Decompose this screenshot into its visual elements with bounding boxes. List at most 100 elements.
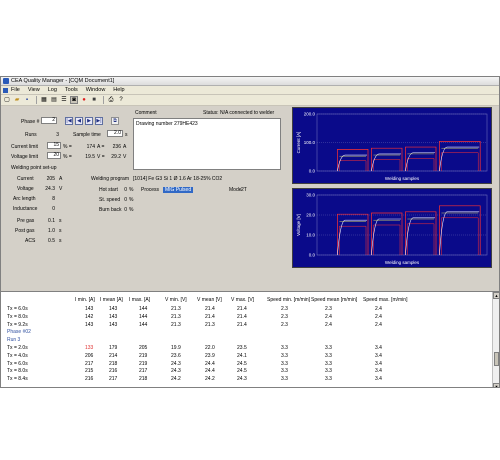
copy-icon[interactable]: ⧉ [111,117,119,125]
voltage-limit-pct-unit: % = [63,154,72,160]
previous-icon[interactable]: ◀ [75,117,83,125]
next-icon[interactable]: ▶ [85,117,93,125]
app-icon [3,78,9,84]
setup-current-unit: A [59,176,63,182]
column-header[interactable]: I min. [A] [75,297,95,303]
column-header[interactable]: Speed max. [m/min] [363,297,407,303]
new-icon[interactable]: ▢ [3,96,11,104]
st-speed-value: 0 [124,197,127,203]
last-icon[interactable]: ▶| [95,117,103,125]
x-axis-label: Welding samples [385,260,420,265]
column-header[interactable]: V mean [V] [197,297,222,303]
measured-line [371,153,401,172]
save-icon[interactable]: ▪ [23,96,31,104]
open-icon[interactable]: ▰ [13,96,21,104]
column-header[interactable]: V max. [V] [231,297,254,303]
scroll-up-icon[interactable]: ▲ [493,292,499,299]
table-cell: 3.3 [281,368,288,375]
sample-time-field[interactable]: 2.0 [107,130,123,137]
column-header[interactable]: V min. [V] [165,297,187,303]
window-title: CEA Quality Manager - [CQM Document1] [11,78,115,84]
post-gas-label: Post gas [15,228,35,234]
table-icon[interactable]: ▦ [40,96,48,104]
table-cell: 2.4 [325,321,332,328]
first-icon[interactable]: |◀ [65,117,73,125]
help-icon[interactable]: ? [117,96,125,104]
mode-value: 2T [241,187,247,193]
program-label: Welding program [91,176,129,182]
y-tick-label: 0.0 [309,253,316,258]
chart-icon[interactable]: ▤ [50,96,58,104]
list-icon[interactable]: ☰ [60,96,68,104]
current-limit-pct-field[interactable]: 15 [47,142,61,149]
table-cell: 219 [139,352,148,359]
table-cell: 2.4 [325,313,332,320]
row-label: Tx = 6.0s [7,360,28,367]
scroll-thumb[interactable] [494,352,499,366]
table-cell: 3.3 [281,345,288,351]
table-cell: 3.3 [325,360,332,367]
table-cell: 22.0 [205,345,215,351]
pre-gas-label: Pre gas [17,218,35,224]
table-cell: 3.3 [325,368,332,375]
table-cell: 2.4 [375,321,382,328]
table-cell: 2.4 [375,313,382,320]
pre-gas-unit: s [59,218,62,224]
menu-tools[interactable]: Tools [65,87,78,93]
table-cell: 214 [109,352,118,359]
table-cell: 3.4 [375,376,382,383]
burn-back-value: 0 [124,207,127,213]
table-cell: 21.4 [205,306,215,312]
comment-textarea[interactable]: Drawing number 279HE423 [133,118,281,170]
sample-time-label: Sample time [73,132,101,138]
vertical-scrollbar[interactable]: ▲ ▼ [492,292,499,387]
column-header[interactable]: Speed mean [m/min] [311,297,357,303]
y-tick-label: 10.0 [306,233,315,238]
table-cell: 2.3 [325,306,332,312]
y-axis-label: Voltage [V] [296,214,301,236]
setup-title: Welding point set-up [11,165,57,171]
y-tick-label: 100.0 [304,140,316,145]
current-chart-svg: 200.0 100.0 0.0 Current [A] Welding samples [296,112,488,181]
menu-log[interactable]: Log [48,87,57,93]
row-label: Tx = 9.2s [7,321,28,328]
setup-current-label: Current [17,176,34,182]
y-tick-label: 0.0 [309,169,316,174]
scroll-down-icon[interactable]: ▼ [493,383,499,387]
table-cell: 21.3 [171,321,181,328]
table-cell: 2.3 [281,306,288,312]
menu-help[interactable]: Help [113,87,124,93]
table-cell: 2.3 [281,313,288,320]
upper-limit-line [405,146,437,171]
current-limit-value: 174 [86,144,95,150]
x-axis-label: Welding samples [385,176,420,181]
column-header[interactable]: Speed min. [m/min] [267,297,310,303]
menu-window[interactable]: Window [86,87,106,93]
voltage-limit-pct-field[interactable]: 20 [47,152,61,159]
setup-voltage-label: Voltage [17,186,34,192]
acs-label: ACS [25,238,36,244]
hot-start-unit: % [129,187,134,193]
column-header[interactable]: I max. [A] [129,297,150,303]
document-icon[interactable] [3,87,8,93]
column-header[interactable]: I mean [A] [100,297,123,303]
stop-icon[interactable]: ■ [90,96,98,104]
voltage-limit-label: Voltage limit [11,154,38,160]
lower-limit-line [339,225,367,255]
lower-limit-line [373,159,401,171]
record-icon[interactable]: ● [80,96,88,104]
table-cell: 206 [85,352,94,359]
table-cell: 143 [85,321,94,328]
monitor-icon[interactable]: ◙ [70,96,78,104]
lower-limit-line [407,223,435,255]
print-icon[interactable]: ⎙ [107,96,115,104]
acs-unit: s [59,238,62,244]
comment-label: Comment [135,110,157,116]
menu-file[interactable]: File [11,87,20,93]
table-cell: 24.4 [205,360,215,367]
menu-view[interactable]: View [28,87,40,93]
table-cell: 216 [109,368,118,375]
table-cell: 3.4 [375,352,382,359]
row-label: Tx = 8.4s [7,376,28,383]
phase-field[interactable]: 2 [41,117,57,124]
